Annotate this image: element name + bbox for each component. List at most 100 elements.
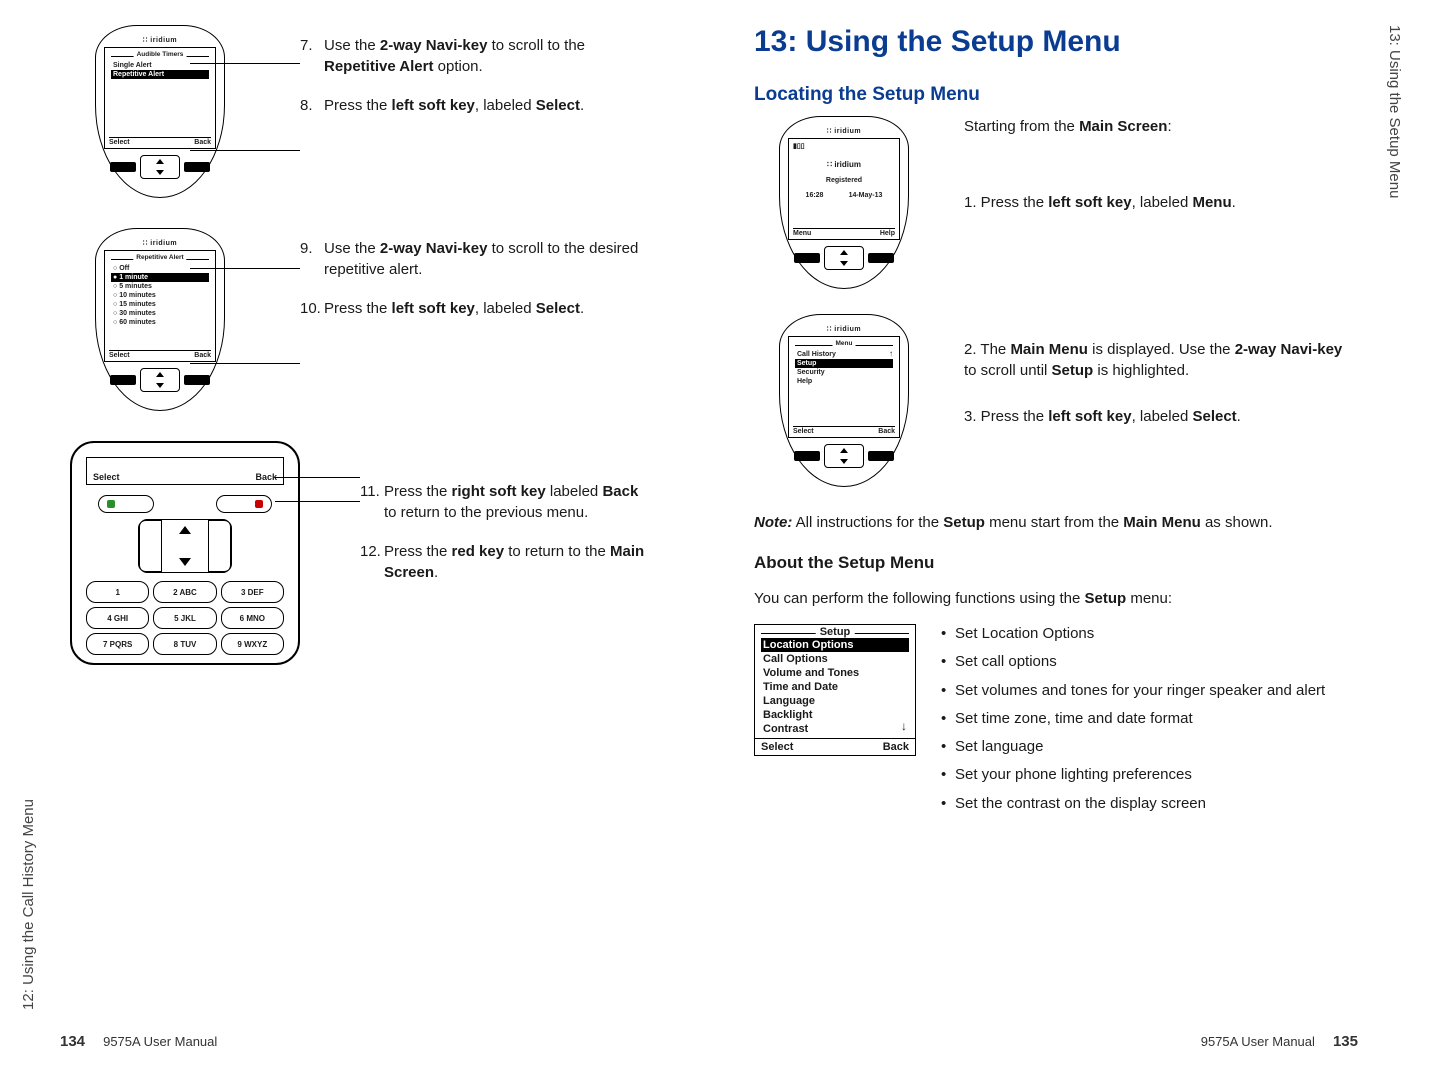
registered-label: Registered [793, 177, 895, 184]
brand-label: iridium [104, 239, 216, 247]
bullet-location: Set Location Options [941, 624, 1348, 644]
step-2: 2. The Main Menu is displayed. Use the 2… [964, 339, 1348, 381]
footer-left: 134 9575A User Manual [60, 1033, 217, 1050]
bullet-volumes: Set volumes and tones for your ringer sp… [941, 681, 1348, 701]
setup-functions-list: Set Location Options Set call options Se… [941, 624, 1348, 822]
side-tab-right: 13: Using the Setup Menu [1386, 25, 1403, 198]
mini-screen: Select Back [86, 457, 284, 485]
group-title: Repetitive Alert [133, 254, 186, 261]
right-soft-key-icon [868, 451, 894, 461]
footer-text: 9575A User Manual [1201, 1034, 1315, 1049]
group-title: Menu [833, 340, 856, 347]
footer-text: 9575A User Manual [103, 1034, 217, 1049]
item-contrast: Contrast [761, 722, 909, 736]
step-9: 9. Use the 2-way Navi-key to scroll to t… [300, 238, 654, 280]
row-main-screen: iridium ▮▯▯ ∷ iridium Registered 16:28 1… [754, 116, 1348, 289]
page-number: 135 [1333, 1033, 1358, 1050]
key-5: 5 JKL [153, 607, 216, 629]
note: Note: All instructions for the Setup men… [754, 512, 1348, 533]
item-volume-tones: Volume and Tones [761, 666, 909, 680]
phone-repetitive-alert: iridium Repetitive Alert Off 1 minute 5 … [95, 228, 225, 411]
section-locating: Locating the Setup Menu [754, 84, 1348, 106]
navi-key-icon [140, 155, 180, 179]
callout-line [190, 363, 300, 364]
row-repetitive-alert: iridium Repetitive Alert Off 1 minute 5 … [60, 228, 654, 411]
callout-line [275, 501, 360, 502]
about-intro: You can perform the following functions … [754, 588, 1348, 609]
softkey-back: Back [883, 741, 909, 753]
opt-60min: 60 minutes [111, 318, 209, 327]
softkey-select: Select [793, 428, 814, 435]
menu-item-setup: Setup [795, 359, 893, 368]
navi-key-icon [140, 368, 180, 392]
screen-main: ▮▯▯ ∷ iridium Registered 16:28 14-May-13… [788, 138, 900, 240]
time-label: 16:28 [806, 192, 824, 199]
softkey-back: Back [878, 428, 895, 435]
softkey-select: Select [109, 352, 130, 359]
date-label: 14-May-13 [849, 192, 883, 199]
menu-item-security: Security [795, 368, 893, 377]
item-language: Language [761, 694, 909, 708]
menu-item-help: Help [795, 377, 893, 386]
callout-line [190, 268, 300, 269]
step-1: 1. Press the left soft key, labeled Menu… [964, 192, 1348, 213]
phone-audible-timers: iridium Audible Timers Single Alert Repe… [95, 25, 225, 198]
opt-10min: 10 minutes [111, 291, 209, 300]
opt-30min: 30 minutes [111, 309, 209, 318]
bullet-language: Set language [941, 737, 1348, 757]
key-3: 3 DEF [221, 581, 284, 603]
screen-menu: Menu ↑ Call History Setup Security Help … [788, 336, 900, 438]
bullet-time: Set time zone, time and date format [941, 709, 1348, 729]
left-soft-key-icon [794, 451, 820, 461]
key-1: 1 [86, 581, 149, 603]
scroll-up-icon: ↑ [889, 349, 893, 358]
starting-text: Starting from the Main Screen: [964, 116, 1348, 137]
step-8: 8. Press the left soft key, labeled Sele… [300, 95, 654, 116]
key-4: 4 GHI [86, 607, 149, 629]
phone-menu: iridium Menu ↑ Call History Setup Securi… [779, 314, 909, 487]
left-soft-key-icon [110, 162, 136, 172]
key-8: 8 TUV [153, 633, 216, 655]
setup-title: Setup [816, 626, 855, 638]
softkey-help: Help [880, 230, 895, 237]
step-11: 11. Press the right soft key labeled Bac… [360, 481, 654, 523]
softkey-back: Back [194, 139, 211, 146]
keypad-digits: 1 2 ABC 3 DEF 4 GHI 5 JKL 6 MNO 7 PQRS 8… [86, 581, 284, 655]
red-key-icon [216, 495, 272, 513]
navi-key-big-icon [139, 519, 231, 573]
opt-5min: 5 minutes [111, 282, 209, 291]
brand-label: iridium [788, 325, 900, 333]
step-7: 7. Use the 2-way Navi-key to scroll to t… [300, 35, 654, 77]
item-call-options: Call Options [761, 652, 909, 666]
bullet-lighting: Set your phone lighting preferences [941, 765, 1348, 785]
phone-main-screen: iridium ▮▯▯ ∷ iridium Registered 16:28 1… [779, 116, 909, 289]
right-soft-key-icon [184, 162, 210, 172]
step-10: 10. Press the left soft key, labeled Sel… [300, 298, 654, 319]
section-about: About the Setup Menu [754, 553, 1348, 573]
page-134: 12: Using the Call History Menu iridium … [0, 0, 714, 1070]
key-7: 7 PQRS [86, 633, 149, 655]
side-tab-left: 12: Using the Call History Menu [20, 799, 37, 1010]
setup-menu-box: Setup Location Options Call Options Volu… [754, 624, 916, 756]
callout-line [275, 477, 360, 478]
chapter-title: 13: Using the Setup Menu [754, 25, 1348, 59]
softkey-back: Back [194, 352, 211, 359]
navi-key-icon [824, 246, 864, 270]
row-keypad: Select Back 1 2 ABC 3 DEF 4 GHI 5 JKL [60, 441, 654, 665]
row-audible-timers: iridium Audible Timers Single Alert Repe… [60, 25, 654, 198]
keypad-closeup: Select Back 1 2 ABC 3 DEF 4 GHI 5 JKL [70, 441, 300, 665]
opt-1min: 1 minute [111, 273, 209, 282]
left-soft-key-icon [110, 375, 136, 385]
item-time-date: Time and Date [761, 680, 909, 694]
bullet-call: Set call options [941, 652, 1348, 672]
menu-item-repetitive-alert: Repetitive Alert [111, 70, 209, 79]
key-6: 6 MNO [221, 607, 284, 629]
softkey-select: Select [93, 472, 120, 482]
item-backlight: Backlight [761, 708, 909, 722]
row-menu: iridium Menu ↑ Call History Setup Securi… [754, 314, 1348, 487]
right-soft-key-icon [868, 253, 894, 263]
key-9: 9 WXYZ [221, 633, 284, 655]
bullet-contrast: Set the contrast on the display screen [941, 794, 1348, 814]
green-key-icon [98, 495, 154, 513]
softkey-menu: Menu [793, 230, 811, 237]
